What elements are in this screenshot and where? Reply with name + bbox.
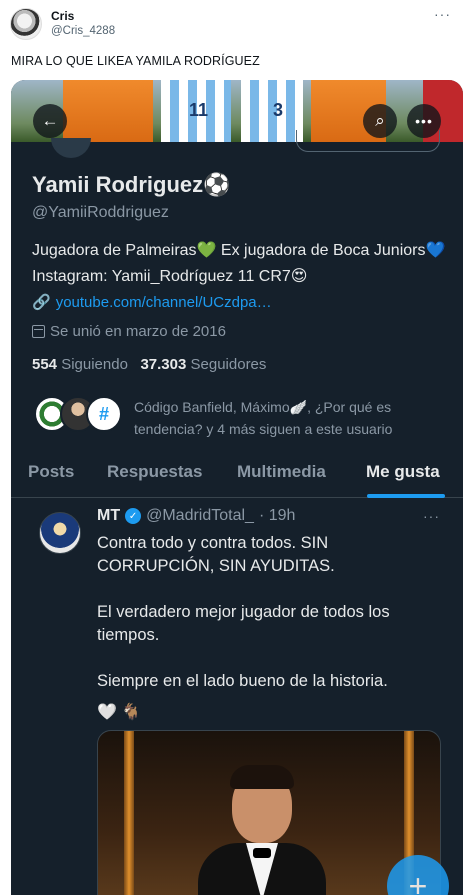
profile-tabs: Posts Respuestas Multimedia Me gusta [11, 450, 463, 498]
joined-date: Se unió en marzo de 2016 [50, 323, 226, 340]
back-icon[interactable]: ← [33, 104, 67, 138]
tab-posts[interactable]: Posts [28, 462, 74, 482]
tab-me-gusta[interactable]: Me gusta [366, 462, 440, 482]
author-handle[interactable]: @Cris_4288 [51, 25, 115, 37]
embedded-screenshot: 11 3 ← ⌕ ••• Yamii Rodriguez⚽ @YamiiRodd… [11, 80, 463, 895]
active-tab-indicator [367, 494, 445, 498]
profile-link[interactable]: youtube.com/channel/UCzdpa… [56, 294, 272, 311]
link-icon: 🔗 [32, 294, 51, 311]
liked-tweet-handle[interactable]: @MadridTotal_ [146, 507, 254, 525]
tab-respuestas[interactable]: Respuestas [107, 462, 202, 482]
profile-bio: Jugadora de Palmeiras💚 Ex jugadora de Bo… [32, 242, 446, 285]
liked-tweet-text: Contra todo y contra todos. SIN CORRUPCI… [97, 534, 390, 690]
liked-tweet-time[interactable]: · 19h [259, 507, 295, 525]
tweet-text: MIRA LO QUE LIKEA YAMILA RODRÍGUEZ [11, 54, 260, 68]
following-link[interactable]: 554 Siguiendo [32, 356, 128, 373]
profile-stats: 554 Siguiendo 37.303 Seguidores [32, 356, 266, 373]
liked-tweet-more-icon[interactable]: ··· [423, 508, 440, 524]
followers-label: Seguidores [190, 356, 267, 373]
profile-link-row: 🔗 youtube.com/channel/UCzdpa… [32, 293, 272, 312]
follower-avatar: # [86, 396, 122, 432]
followed-by-avatars[interactable]: # [34, 396, 124, 434]
tab-multimedia[interactable]: Multimedia [237, 462, 326, 482]
liked-tweet-header: MT ✓ @MadridTotal_ · 19h [97, 507, 295, 525]
liked-tweet-name[interactable]: MT [97, 507, 120, 525]
profile-avatar[interactable] [51, 138, 91, 158]
banner-jersey-number: 3 [273, 100, 284, 120]
profile-display-name: Yamii Rodriguez⚽ [32, 172, 231, 197]
verified-icon: ✓ [125, 508, 142, 524]
followed-by-text[interactable]: Código Banfield, Máximo🪽, ¿Por qué es te… [134, 396, 454, 440]
liked-tweet-photo[interactable] [97, 730, 441, 895]
followers-link[interactable]: 37.303 Seguidores [140, 356, 266, 373]
author-name[interactable]: Cris [51, 9, 74, 23]
following-label: Siguiendo [61, 356, 128, 373]
more-options-icon[interactable]: ··· [434, 6, 451, 22]
liked-tweet-avatar[interactable] [39, 512, 81, 554]
outer-tweet-header: Cris @Cris_4288 ··· [0, 0, 465, 50]
following-count: 554 [32, 356, 58, 373]
author-avatar[interactable] [10, 8, 42, 40]
profile-joined-row: Se unió en marzo de 2016 [32, 323, 226, 340]
profile-handle: @YamiiRoddriguez [32, 204, 169, 221]
calendar-icon [32, 325, 45, 338]
banner-jersey-number: 11 [189, 100, 209, 120]
liked-tweet-emoji-line: 🤍 🐐 [97, 704, 142, 721]
followers-count: 37.303 [140, 356, 187, 373]
follow-button[interactable] [296, 130, 440, 152]
